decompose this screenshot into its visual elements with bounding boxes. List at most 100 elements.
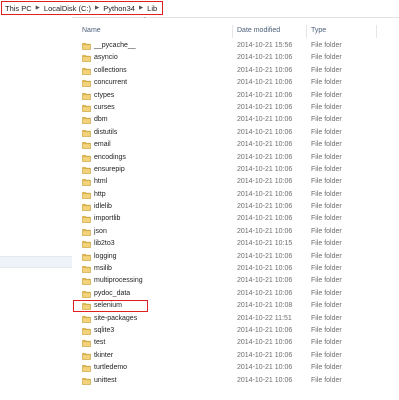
file-row[interactable]: ensurepip 2014-10-21 10:06 File folder <box>76 164 399 176</box>
breadcrumb[interactable]: This PC ▶ LocalDisk (C:) ▶ Python34 ▶ Li… <box>1 1 164 15</box>
file-name: ctypes <box>94 91 115 99</box>
file-row[interactable]: dbm 2014-10-21 10:06 File folder <box>76 114 399 126</box>
file-row[interactable]: collections 2014-10-21 10:06 File folder <box>76 65 399 77</box>
column-divider[interactable] <box>376 25 377 38</box>
folder-icon <box>82 80 91 87</box>
file-row[interactable]: msilib 2014-10-21 10:06 File folder <box>76 263 399 275</box>
file-row[interactable]: json 2014-10-21 10:06 File folder <box>76 226 399 238</box>
file-type: File folder <box>311 91 342 99</box>
file-row[interactable]: distutils 2014-10-21 10:06 File folder <box>76 127 399 139</box>
file-name: test <box>94 339 106 347</box>
file-date-modified: 2014-10-21 15:56 <box>237 42 293 49</box>
file-row[interactable]: lib2to3 2014-10-21 10:15 File folder <box>76 238 399 250</box>
column-divider[interactable] <box>306 25 307 38</box>
folder-icon <box>82 216 91 224</box>
nav-pane-selected-item[interactable] <box>0 256 72 268</box>
file-row[interactable]: asyncio 2014-10-21 10:06 File folder <box>76 52 399 64</box>
file-row[interactable]: curses 2014-10-21 10:06 File folder <box>76 102 399 114</box>
file-date-modified: 2014-10-21 10:08 <box>237 302 293 310</box>
folder-icon <box>82 377 91 385</box>
file-date-modified: 2014-10-21 10:06 <box>237 153 293 161</box>
file-name: selenium <box>94 302 123 310</box>
chevron-right-icon[interactable]: ▶ <box>139 5 143 11</box>
file-row[interactable]: __pycache__ 2014-10-21 15:56 File folder <box>76 40 399 52</box>
folder-icon <box>82 142 91 149</box>
file-date-modified: 2014-10-21 10:06 <box>237 190 293 198</box>
column-header-name[interactable]: Name <box>82 25 101 37</box>
file-name: ensurepip <box>94 165 125 173</box>
file-row[interactable]: concurrent 2014-10-21 10:06 File folder <box>76 77 399 89</box>
folder-icon <box>82 55 91 63</box>
breadcrumb-this-pc[interactable]: This PC <box>5 4 32 13</box>
file-date-modified: 2014-10-21 10:06 <box>237 326 293 334</box>
file-type: File folder <box>311 302 342 310</box>
sort-chevron-up-icon: ˆ <box>144 18 146 24</box>
file-row[interactable]: sqlite3 2014-10-21 10:06 File folder <box>76 325 399 337</box>
file-date-modified: 2014-10-21 10:06 <box>237 289 293 297</box>
breadcrumb-python34[interactable]: Python34 <box>103 4 135 13</box>
file-type: File folder <box>311 103 342 111</box>
file-type: File folder <box>311 215 342 223</box>
file-date-modified: 2014-10-21 10:06 <box>237 103 293 111</box>
file-date-modified: 2014-10-21 10:06 <box>237 54 293 62</box>
file-name: sqlite3 <box>94 326 115 334</box>
folder-icon <box>82 166 91 174</box>
file-date-modified: 2014-10-21 10:06 <box>237 203 293 211</box>
file-row[interactable]: turtledemo 2014-10-21 10:06 File folder <box>76 362 399 374</box>
file-row[interactable]: html 2014-10-21 10:06 File folder <box>76 176 399 188</box>
navigation-pane[interactable] <box>0 17 72 400</box>
file-date-modified: 2014-10-21 10:06 <box>237 364 293 372</box>
file-date-modified: 2014-10-21 10:06 <box>237 178 293 186</box>
file-row[interactable]: ctypes 2014-10-21 10:06 File folder <box>76 90 399 102</box>
chevron-right-icon[interactable]: ▶ <box>95 5 99 11</box>
folder-icon <box>82 204 91 211</box>
file-name: lib2to3 <box>94 240 115 248</box>
folder-icon <box>82 67 91 75</box>
file-date-modified: 2014-10-21 10:06 <box>237 66 293 74</box>
column-header-date-modified[interactable]: Date modified <box>237 25 280 37</box>
file-row[interactable]: idlelib 2014-10-21 10:06 File folder <box>76 201 399 213</box>
file-type: File folder <box>311 240 342 248</box>
file-type: File folder <box>311 364 342 372</box>
file-date-modified: 2014-10-21 10:06 <box>237 116 293 124</box>
folder-icon <box>82 265 91 273</box>
breadcrumb-local-disk[interactable]: LocalDisk (C:) <box>44 4 91 13</box>
file-row[interactable]: unittest 2014-10-21 10:06 File folder <box>76 375 399 387</box>
file-row[interactable]: importlib 2014-10-21 10:06 File folder <box>76 213 399 225</box>
file-type: File folder <box>311 277 342 285</box>
file-type: File folder <box>311 376 342 384</box>
file-row[interactable]: site-packages 2014-10-22 11:51 File folder <box>76 313 399 325</box>
folder-icon <box>82 352 91 360</box>
file-row[interactable]: logging 2014-10-21 10:06 File folder <box>76 251 399 263</box>
file-type: File folder <box>311 227 342 235</box>
file-row[interactable]: pydoc_data 2014-10-21 10:06 File folder <box>76 288 399 300</box>
chevron-right-icon[interactable]: ▶ <box>36 5 40 11</box>
file-type: File folder <box>311 314 342 322</box>
file-name: unittest <box>94 376 117 384</box>
folder-icon <box>82 92 91 100</box>
column-header-type[interactable]: Type <box>311 25 326 37</box>
folder-icon <box>82 42 91 50</box>
file-date-modified: 2014-10-21 10:06 <box>237 277 293 285</box>
address-bar[interactable]: This PC ▶ LocalDisk (C:) ▶ Python34 ▶ Li… <box>0 0 399 18</box>
file-row[interactable]: http 2014-10-21 10:06 File folder <box>76 189 399 201</box>
column-divider[interactable] <box>232 25 233 38</box>
file-row[interactable]: email 2014-10-21 10:06 File folder <box>76 139 399 151</box>
file-row[interactable]: test 2014-10-21 10:06 File folder <box>76 337 399 349</box>
file-name: asyncio <box>94 54 118 62</box>
folder-icon <box>82 228 91 236</box>
file-name: dbm <box>94 116 108 124</box>
file-type: File folder <box>311 79 342 87</box>
file-row[interactable]: multiprocessing 2014-10-21 10:06 File fold… <box>76 275 399 287</box>
file-date-modified: 2014-10-21 10:06 <box>237 215 293 223</box>
file-type: File folder <box>311 339 342 347</box>
file-row[interactable]: selenium 2014-10-21 10:08 File folder <box>73 300 399 313</box>
file-row[interactable]: encodings 2014-10-21 10:06 File folder <box>76 152 399 164</box>
file-date-modified: 2014-10-21 10:06 <box>237 91 293 99</box>
file-type: File folder <box>311 289 342 297</box>
file-row[interactable]: tkinter 2014-10-21 10:06 File folder <box>76 350 399 362</box>
breadcrumb-lib[interactable]: Lib <box>147 4 157 13</box>
file-name: pydoc_data <box>94 289 131 297</box>
file-type: File folder <box>311 265 342 273</box>
file-list: __pycache__ 2014-10-21 15:56 File folder as… <box>73 40 399 387</box>
